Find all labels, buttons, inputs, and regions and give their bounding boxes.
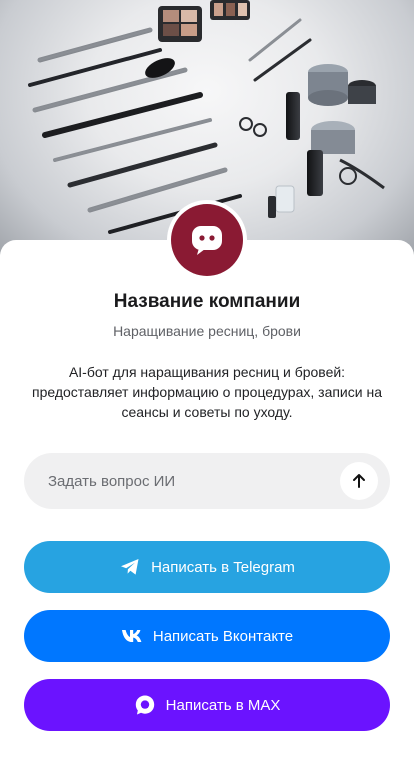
avatar-background: [171, 204, 243, 276]
company-name: Название компании: [113, 291, 301, 312]
company-description: AI-бот для наращивания ресниц и бровей: …: [32, 364, 382, 420]
telegram-icon: [119, 556, 141, 578]
telegram-button[interactable]: Написать в Telegram: [24, 541, 390, 593]
ask-ai-input[interactable]: [24, 453, 390, 509]
vk-icon: [121, 625, 143, 647]
company-subtitle: Наращивание ресниц, брови: [113, 323, 301, 339]
telegram-button-label: Написать в Telegram: [151, 558, 295, 576]
send-button[interactable]: [340, 462, 378, 500]
chat-bubble-icon: [192, 226, 222, 255]
arrow-up-icon: [353, 474, 365, 488]
vk-button[interactable]: Написать Вконтакте: [24, 610, 390, 662]
vk-button-label: Написать Вконтакте: [152, 627, 294, 645]
max-button[interactable]: Написать в MAX: [24, 679, 390, 731]
ask-ai-field: [24, 453, 390, 509]
max-icon: [134, 694, 156, 716]
company-avatar: [167, 200, 247, 280]
max-button-label: Написать в MAX: [165, 696, 281, 714]
